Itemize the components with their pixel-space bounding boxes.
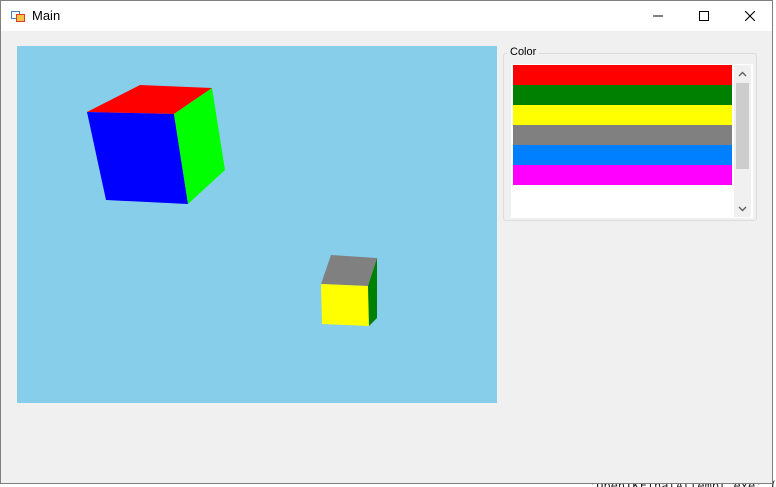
scroll-thumb[interactable] <box>736 83 749 169</box>
small-cube-front-face <box>321 284 369 326</box>
color-list[interactable] <box>511 64 753 218</box>
small-cube <box>321 255 377 326</box>
minimize-button[interactable] <box>635 1 681 31</box>
color-swatch[interactable] <box>513 125 732 145</box>
minimize-icon <box>653 15 663 17</box>
color-swatch[interactable] <box>513 145 732 165</box>
scroll-down-button[interactable] <box>734 200 751 217</box>
maximize-button[interactable] <box>681 1 727 31</box>
gl-viewport[interactable] <box>17 46 497 403</box>
scene-canvas <box>87 85 377 326</box>
small-cube-top-face <box>321 255 377 286</box>
color-swatch[interactable] <box>513 165 732 185</box>
close-button[interactable] <box>727 1 773 31</box>
app-icon <box>11 11 25 22</box>
maximize-icon <box>699 11 709 21</box>
close-icon <box>745 11 755 21</box>
large-cube <box>87 85 225 204</box>
large-cube-front-face <box>87 112 188 204</box>
color-groupbox-label: Color <box>507 46 540 58</box>
main-window: Main Color <box>0 0 773 484</box>
chevron-up-icon <box>738 71 747 76</box>
color-swatch[interactable] <box>513 85 732 105</box>
color-swatch[interactable] <box>513 65 732 85</box>
window-title: Main <box>32 8 61 23</box>
color-list-scrollbar[interactable] <box>734 65 751 217</box>
scroll-up-button[interactable] <box>734 65 751 82</box>
color-swatch[interactable] <box>513 105 732 125</box>
title-bar[interactable]: Main <box>1 1 772 31</box>
chevron-down-icon <box>738 206 747 211</box>
